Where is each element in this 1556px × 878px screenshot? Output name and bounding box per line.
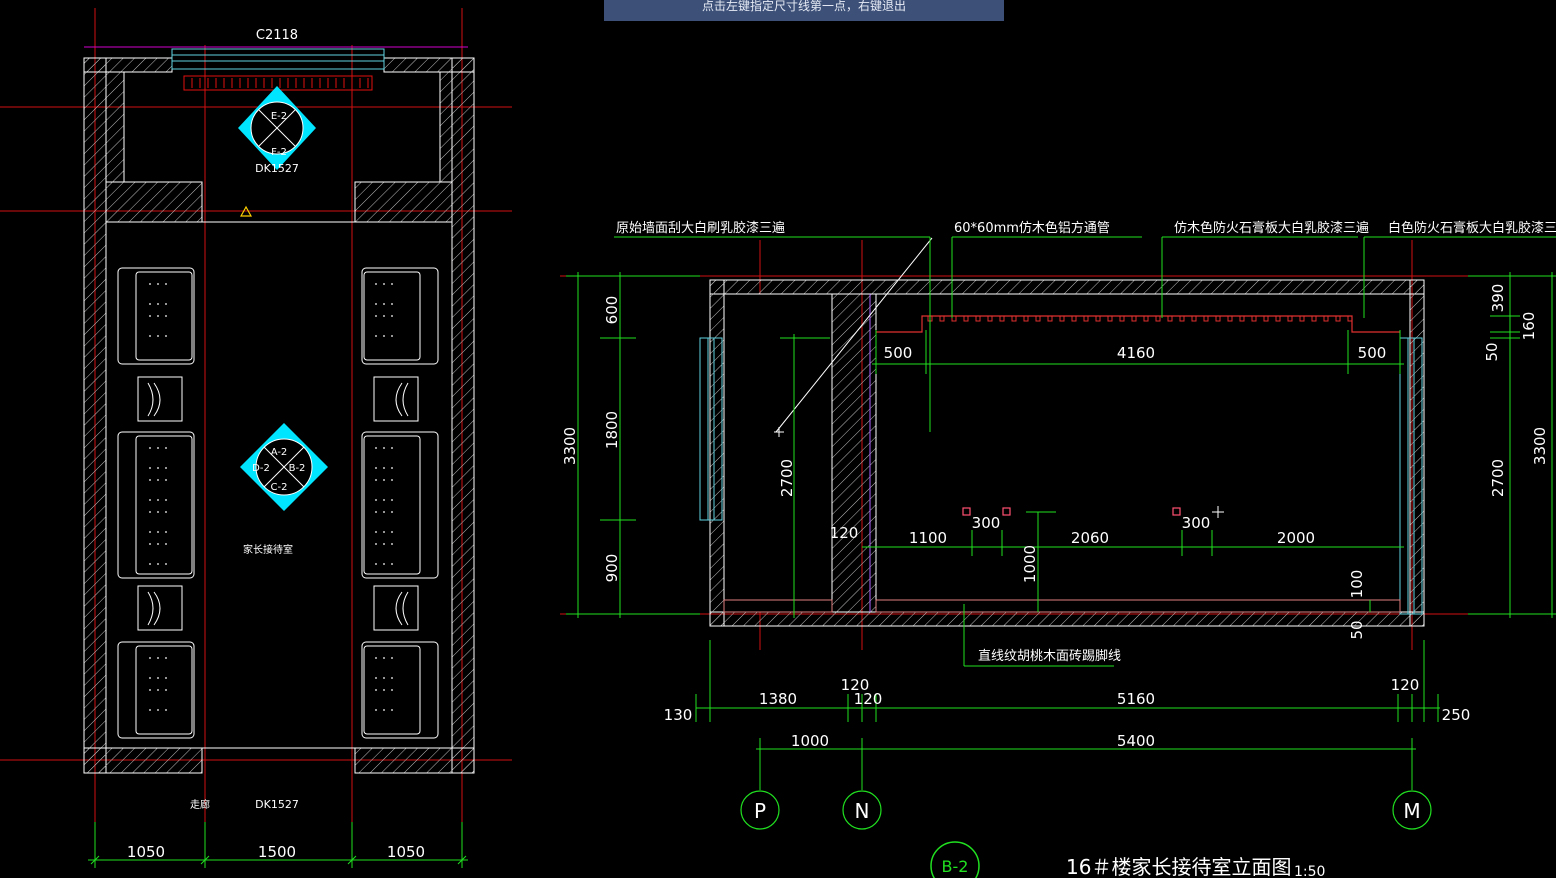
callout-4: 白色防火石膏板大白乳胶漆三遍	[1388, 220, 1556, 236]
marker-label-b2: B-2	[289, 463, 306, 474]
view-tag: B-2	[942, 857, 969, 876]
dim-1000: 1000	[791, 732, 829, 750]
callout-2: 60*60mm仿木色铝方通管	[954, 220, 1110, 236]
marker-label-e2: E-2	[271, 111, 287, 122]
plan-dim-1: 1050	[127, 843, 165, 861]
dim-5160: 5160	[1117, 690, 1155, 708]
floor-plan: C2118 E-2 F-2 DK1527 A-2 B-2 C-2 D-2 家长接…	[0, 8, 512, 868]
dim-2000: 2000	[1277, 529, 1315, 547]
dim-300-b: 300	[1182, 514, 1211, 532]
dim-right-50: 50	[1483, 342, 1501, 361]
dim-1100: 1100	[909, 529, 947, 547]
plan-dim-2: 1500	[258, 843, 296, 861]
dim-100-vert: 100	[1348, 570, 1366, 599]
dim-500-right: 500	[1358, 344, 1387, 362]
grid-bubbles	[740, 790, 1432, 830]
door-label-top: DK1527	[255, 162, 299, 175]
elevation-drawing: 原始墙面刮大白刷乳胶漆三遍 60*60mm仿木色铝方通管 仿木色防火石膏板大白乳…	[560, 220, 1556, 878]
dim-4160: 4160	[1117, 344, 1155, 362]
callout-1: 原始墙面刮大白刷乳胶漆三遍	[616, 220, 785, 236]
dim-right-160: 160	[1520, 312, 1538, 341]
corridor-label: 走廊	[190, 798, 210, 811]
dim-right-3300: 3300	[1531, 427, 1549, 465]
dim-left-3300: 3300	[561, 427, 579, 465]
callout-3: 仿木色防火石膏板大白乳胶漆三遍	[1174, 220, 1369, 236]
dim-left-2700: 2700	[778, 459, 796, 497]
grid-axis-p: P	[754, 799, 766, 823]
dim-right-390: 390	[1489, 284, 1507, 313]
elevation-scale: 1:50	[1294, 864, 1325, 878]
dim-2060: 2060	[1071, 529, 1109, 547]
dim-left-600: 600	[603, 296, 621, 325]
dim-1000-vert: 1000	[1021, 545, 1039, 583]
marker-label-f2: F-2	[271, 147, 287, 158]
elevation-title: 16＃楼家长接待室立面图	[1066, 855, 1291, 878]
marker-label-a2: A-2	[271, 447, 288, 458]
window-label: C2118	[256, 28, 298, 43]
marker-label-d2: D-2	[252, 463, 270, 474]
dim-right-2700: 2700	[1489, 459, 1507, 497]
grid-axis-n: N	[855, 799, 870, 823]
sofa-set-right	[361, 267, 439, 739]
dim-120-b: 120	[854, 690, 883, 708]
sofa-set-left	[117, 267, 195, 739]
callout-5: 直线纹胡桃木面砖踢脚线	[978, 648, 1121, 664]
cad-drawing-canvas[interactable]: C2118 E-2 F-2 DK1527 A-2 B-2 C-2 D-2 家长接…	[0, 0, 1556, 878]
elevation-marker-top: E-2 F-2	[238, 86, 316, 170]
dim-left-900: 900	[603, 554, 621, 583]
dim-1380: 1380	[759, 690, 797, 708]
dim-500-left: 500	[884, 344, 913, 362]
dim-250: 250	[1442, 706, 1471, 724]
dim-5400: 5400	[1117, 732, 1155, 750]
dim-50-vert: 50	[1348, 620, 1366, 639]
elevation-marker-center: A-2 B-2 C-2 D-2	[240, 423, 328, 511]
room-label: 家长接待室	[243, 543, 293, 556]
dim-left-1800: 1800	[603, 411, 621, 449]
dim-130: 130	[664, 706, 693, 724]
plan-dim-3: 1050	[387, 843, 425, 861]
dim-120-c: 120	[1391, 676, 1420, 694]
dim-300-a: 300	[972, 514, 1001, 532]
grid-axis-m: M	[1403, 799, 1420, 823]
dim-120-mid: 120	[830, 524, 859, 542]
marker-label-c2: C-2	[271, 482, 288, 493]
door-label-bottom: DK1527	[255, 798, 299, 811]
